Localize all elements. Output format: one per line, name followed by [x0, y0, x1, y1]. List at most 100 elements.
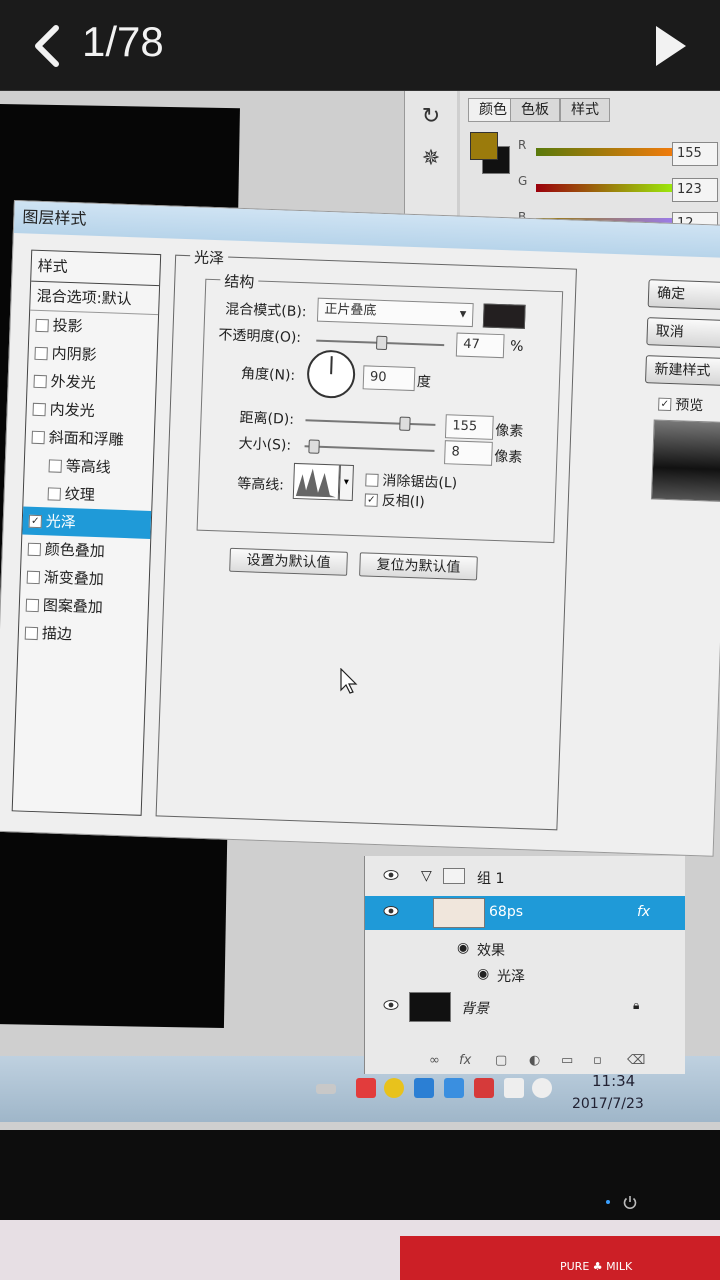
- size-slider-thumb[interactable]: [308, 439, 320, 454]
- distance-input[interactable]: 155: [444, 414, 494, 440]
- channel-slider-r[interactable]: [536, 148, 686, 156]
- channel-slider-g[interactable]: [536, 184, 686, 192]
- style-checkbox[interactable]: [33, 374, 47, 388]
- style-checkbox[interactable]: [48, 458, 62, 473]
- satin-color-swatch[interactable]: [482, 303, 526, 329]
- network-app-icon[interactable]: [414, 1078, 434, 1098]
- style-checkbox[interactable]: ✓: [28, 514, 43, 528]
- invert-label: 反相(I): [381, 493, 426, 511]
- style-item[interactable]: 描边: [18, 618, 147, 650]
- contour-picker[interactable]: [292, 462, 340, 501]
- fx-badge[interactable]: fx: [637, 904, 650, 920]
- style-item[interactable]: 图案叠加: [19, 590, 148, 622]
- channel-value-r[interactable]: 155: [672, 142, 718, 166]
- style-item-label: 颜色叠加: [44, 540, 106, 561]
- contour-curve-icon: [295, 468, 336, 498]
- style-item[interactable]: 内发光: [26, 395, 155, 427]
- eye-icon[interactable]: [383, 869, 399, 881]
- style-checkbox[interactable]: [24, 626, 39, 640]
- effect-item-label: 光泽: [497, 969, 525, 985]
- invert-checkbox[interactable]: ✓: [364, 492, 378, 507]
- eye-icon[interactable]: [383, 999, 399, 1011]
- angle-input[interactable]: 90: [362, 365, 416, 392]
- new-style-button[interactable]: 新建样式: [644, 355, 720, 387]
- cancel-button[interactable]: 取消: [646, 317, 720, 349]
- new-group-icon[interactable]: ▭: [561, 1053, 573, 1068]
- style-checkbox[interactable]: [26, 570, 41, 584]
- antialias-checkbox[interactable]: [365, 472, 379, 487]
- invert-option[interactable]: ✓ 反相(I): [364, 489, 425, 511]
- style-list-header[interactable]: 样式: [31, 250, 161, 287]
- layer-row-background[interactable]: 背景 🔒︎: [365, 990, 685, 1024]
- set-default-button[interactable]: 设置为默认值: [229, 547, 348, 576]
- add-mask-icon[interactable]: ▢: [495, 1053, 507, 1068]
- style-item[interactable]: 外发光: [27, 367, 156, 399]
- tab-styles[interactable]: 样式: [560, 98, 610, 122]
- style-checkbox[interactable]: [34, 346, 48, 360]
- taskbar-date[interactable]: 2017/7/23: [572, 1096, 644, 1112]
- expand-triangle-icon[interactable]: ▽: [421, 868, 432, 884]
- layer-row-68ps[interactable]: 68ps fx: [365, 896, 685, 930]
- opacity-input[interactable]: 47: [455, 332, 505, 359]
- back-arrow-icon[interactable]: [28, 22, 68, 70]
- style-item[interactable]: 内阴影: [28, 339, 157, 371]
- distance-slider-thumb[interactable]: [399, 416, 411, 431]
- style-checkbox[interactable]: [31, 430, 45, 444]
- size-input[interactable]: 8: [444, 440, 493, 466]
- style-item[interactable]: 投影: [29, 311, 158, 343]
- navigator-tool-icon[interactable]: ✵: [416, 144, 446, 174]
- style-item[interactable]: 斜面和浮雕: [25, 423, 154, 455]
- preview-checkbox[interactable]: ✓: [658, 397, 672, 411]
- channel-value-g[interactable]: 123: [672, 178, 718, 202]
- effect-item-row[interactable]: ◉ 光泽: [365, 958, 685, 992]
- ok-button[interactable]: 确定: [647, 279, 720, 311]
- layer-row-group[interactable]: ▽ 组 1: [365, 860, 685, 894]
- angle-dial[interactable]: [306, 349, 356, 399]
- taskbar-time[interactable]: 11:34: [592, 1072, 635, 1090]
- style-item[interactable]: ✓ 光泽: [22, 506, 152, 539]
- opacity-slider-thumb[interactable]: [375, 335, 388, 351]
- size-slider[interactable]: [304, 445, 435, 452]
- contour-dropdown-arrow[interactable]: ▾: [338, 464, 354, 502]
- style-item[interactable]: 渐变叠加: [20, 562, 149, 594]
- new-layer-icon[interactable]: ▫: [593, 1053, 602, 1068]
- background-name: 背景: [461, 1001, 489, 1017]
- distance-slider[interactable]: [305, 419, 436, 426]
- eye-icon[interactable]: ◉: [457, 940, 469, 956]
- security-app-icon[interactable]: [356, 1078, 376, 1098]
- style-checkbox[interactable]: [25, 598, 40, 612]
- add-style-icon[interactable]: fx: [459, 1053, 471, 1068]
- play-icon[interactable]: [650, 22, 690, 70]
- eye-icon[interactable]: ◉: [477, 966, 489, 982]
- preview-option[interactable]: ✓ 预览: [658, 394, 704, 416]
- network-status-icon[interactable]: [504, 1078, 524, 1098]
- style-checkbox[interactable]: [35, 318, 49, 332]
- blend-mode-select[interactable]: 正片叠底 ▾: [316, 297, 474, 328]
- layer-name: 68ps: [489, 904, 523, 920]
- group-title: 结构: [219, 270, 259, 293]
- style-checkbox[interactable]: [47, 486, 62, 501]
- style-item[interactable]: 纹理: [23, 479, 152, 511]
- delete-layer-icon[interactable]: ⌫: [627, 1053, 645, 1068]
- style-checkbox[interactable]: [27, 542, 42, 556]
- antivirus-icon[interactable]: [474, 1078, 494, 1098]
- reset-default-button[interactable]: 复位为默认值: [359, 552, 478, 581]
- keyboard-icon[interactable]: [316, 1084, 336, 1094]
- eye-icon[interactable]: [383, 905, 399, 917]
- tab-swatches[interactable]: 色板: [510, 98, 560, 122]
- size-unit: 像素: [494, 448, 523, 466]
- contour-label: 等高线:: [236, 475, 285, 494]
- style-checkbox[interactable]: [32, 402, 46, 416]
- adjustment-layer-icon[interactable]: ◐: [529, 1053, 540, 1068]
- volume-icon[interactable]: [532, 1078, 552, 1098]
- link-layers-icon[interactable]: ∞: [429, 1053, 440, 1068]
- foreground-color-swatch[interactable]: [470, 132, 498, 160]
- cloud-app-icon[interactable]: [444, 1078, 464, 1098]
- plus-app-icon[interactable]: [384, 1078, 404, 1098]
- style-item[interactable]: 颜色叠加: [21, 534, 150, 566]
- style-item[interactable]: 等高线: [24, 451, 153, 483]
- blend-options-item[interactable]: 混合选项:默认: [30, 281, 160, 316]
- history-tool-icon[interactable]: ↻: [416, 102, 446, 132]
- group-name: 组 1: [477, 871, 505, 887]
- style-item-label: 内发光: [49, 400, 96, 420]
